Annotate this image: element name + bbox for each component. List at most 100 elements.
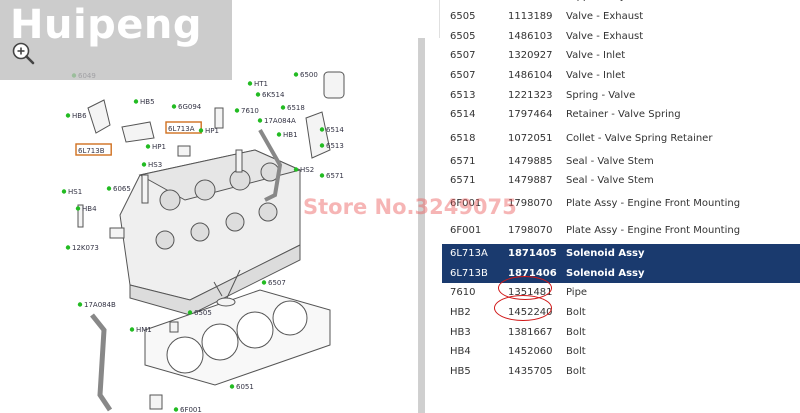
- table-row[interactable]: 6507 1486104 Valve - Inlet: [442, 66, 800, 86]
- callout-label[interactable]: HM1: [136, 326, 152, 334]
- callout-dot: [171, 104, 177, 109]
- part-number-cell: 1452060: [508, 346, 553, 358]
- callout-dot: [141, 162, 147, 167]
- table-row[interactable]: HB4 1452060 Bolt: [442, 342, 800, 362]
- table-row[interactable]: 6513 1221323 Spring - Valve: [442, 85, 800, 105]
- diagram-scrollbar[interactable]: [418, 38, 425, 413]
- description-cell: Valve - Inlet: [566, 50, 626, 62]
- ref-cell: HB4: [450, 346, 471, 358]
- callout-dot: [276, 132, 282, 137]
- callout-label[interactable]: HB4: [82, 205, 97, 213]
- brand-text: Huipeng: [10, 2, 203, 48]
- description-cell: Plate Assy - Engine Front Mounting: [566, 224, 741, 236]
- callout-label[interactable]: 6065: [113, 185, 131, 193]
- callout-dot: [106, 186, 112, 191]
- description-cell: Seal - Valve Stem: [566, 175, 654, 187]
- description-cell: Valve - Exhaust: [566, 30, 644, 42]
- callout-dot: [319, 143, 325, 148]
- description-cell: Bolt: [566, 326, 586, 338]
- callout-label[interactable]: HS3: [148, 161, 162, 169]
- callout-label[interactable]: 17A084B: [84, 301, 116, 309]
- callout-label[interactable]: HB1: [283, 131, 298, 139]
- callout-label[interactable]: 6L713B: [78, 147, 105, 155]
- callout-dot: [77, 302, 83, 307]
- callout-label[interactable]: HS2: [300, 166, 314, 174]
- description-cell: Solenoid Assy: [558, 263, 800, 284]
- brand-watermark: Huipeng: [0, 0, 232, 80]
- callout-label[interactable]: 6G094: [178, 103, 202, 111]
- scrollbar-thumb[interactable]: [419, 38, 425, 413]
- part-number-cell: 1381667: [508, 326, 553, 338]
- callout-dot: [257, 118, 263, 123]
- callout-label[interactable]: 7610: [241, 107, 259, 115]
- callout-label[interactable]: 6514: [326, 126, 344, 134]
- table-row[interactable]: 7610 1351481 Pipe: [442, 283, 800, 303]
- callout-label[interactable]: HP1: [152, 143, 166, 151]
- callout-label[interactable]: 17A084A: [264, 117, 296, 125]
- table-row[interactable]: 6571 1479887 Seal - Valve Stem: [442, 171, 800, 191]
- callout-dot: [247, 81, 253, 86]
- callout-dot: [229, 384, 235, 389]
- part-number-cell: 1797464: [508, 109, 553, 121]
- part-number-cell: 1072051: [508, 132, 553, 144]
- callout-dot: [65, 113, 71, 118]
- table-row[interactable]: HB5 1435705 Bolt: [442, 362, 800, 382]
- description-cell: Valve - Inlet: [566, 70, 626, 82]
- callout-label[interactable]: 6L713A: [168, 125, 195, 133]
- part-number-cell: 1320927: [508, 50, 553, 62]
- callout-dot: [293, 167, 299, 172]
- ref-cell: 6L713A: [442, 243, 500, 264]
- callout-dot: [319, 173, 325, 178]
- callout-label[interactable]: 6507: [268, 279, 286, 287]
- part-number-cell: 1486104: [508, 70, 553, 82]
- callout-label[interactable]: 6F001: [180, 406, 202, 413]
- part-number-cell: 1435705: [508, 366, 553, 378]
- description-cell: Solenoid Assy: [558, 243, 800, 264]
- callout-label[interactable]: 6K514: [262, 91, 285, 99]
- ref-cell: 6506: [442, 0, 500, 7]
- callout-label[interactable]: 6518: [287, 104, 305, 112]
- callout-label[interactable]: 6051: [236, 383, 254, 391]
- callout-label[interactable]: HT1: [254, 80, 268, 88]
- callout-label[interactable]: HB6: [72, 112, 87, 120]
- table-row[interactable]: 6L713B 1871406 Solenoid Assy: [442, 263, 800, 284]
- callout-label[interactable]: HS1: [68, 188, 82, 196]
- callout-label[interactable]: HP1: [205, 127, 219, 135]
- table-row[interactable]: 6L713A 1871405 Solenoid Assy: [442, 243, 800, 264]
- callout-dot: [129, 327, 135, 332]
- callout-dot: [319, 127, 325, 132]
- description-cell: Seal - Valve Stem: [566, 155, 654, 167]
- ref-cell: 6507: [450, 50, 476, 62]
- description-cell: Valve - Exhaust: [566, 11, 644, 23]
- callout-label[interactable]: 6513: [326, 142, 344, 150]
- description-cell: Collet - Valve Spring Retainer: [566, 132, 713, 144]
- table-row[interactable]: 6505 1486103 Valve - Exhaust: [442, 26, 800, 46]
- table-row[interactable]: 6505 1113189 Valve - Exhaust: [442, 7, 800, 27]
- callout-label[interactable]: 6571: [326, 172, 344, 180]
- callout-label[interactable]: 6500: [300, 71, 318, 79]
- table-row[interactable]: 6571 1479885 Seal - Valve Stem: [442, 151, 800, 171]
- ref-cell: 6514: [450, 109, 476, 121]
- top-strip: [232, 0, 440, 38]
- table-row[interactable]: 65061033800Tappet Assy: [442, 0, 800, 7]
- callout-label[interactable]: 12K073: [72, 244, 99, 252]
- callout-dot: [145, 144, 151, 149]
- ref-cell: 6L713B: [442, 263, 500, 284]
- zoom-in-icon[interactable]: [10, 40, 36, 66]
- description-cell: Retainer - Valve Spring: [566, 109, 681, 121]
- callout-dot: [234, 108, 240, 113]
- callout-label[interactable]: 6505: [194, 309, 212, 317]
- description-cell: Pipe: [566, 287, 588, 299]
- ref-cell: 6518: [450, 132, 476, 144]
- table-row[interactable]: 6507 1320927 Valve - Inlet: [442, 46, 800, 66]
- part-number-cell: 1113189: [508, 11, 553, 23]
- table-row[interactable]: 6518 1072051 Collet - Valve Spring Retaine…: [442, 125, 800, 152]
- ref-cell: 6F001: [450, 224, 482, 236]
- part-number-cell: 1798070: [508, 224, 553, 236]
- callout-label[interactable]: HB5: [140, 98, 155, 106]
- table-row[interactable]: 6F001 1798070 Plate Assy - Engine Front Mo…: [442, 217, 800, 244]
- callout-dot: [133, 99, 139, 104]
- table-row[interactable]: HB3 1381667 Bolt: [442, 322, 800, 342]
- ref-cell: HB3: [450, 326, 471, 338]
- table-row[interactable]: 6514 1797464 Retainer - Valve Spring: [442, 105, 800, 125]
